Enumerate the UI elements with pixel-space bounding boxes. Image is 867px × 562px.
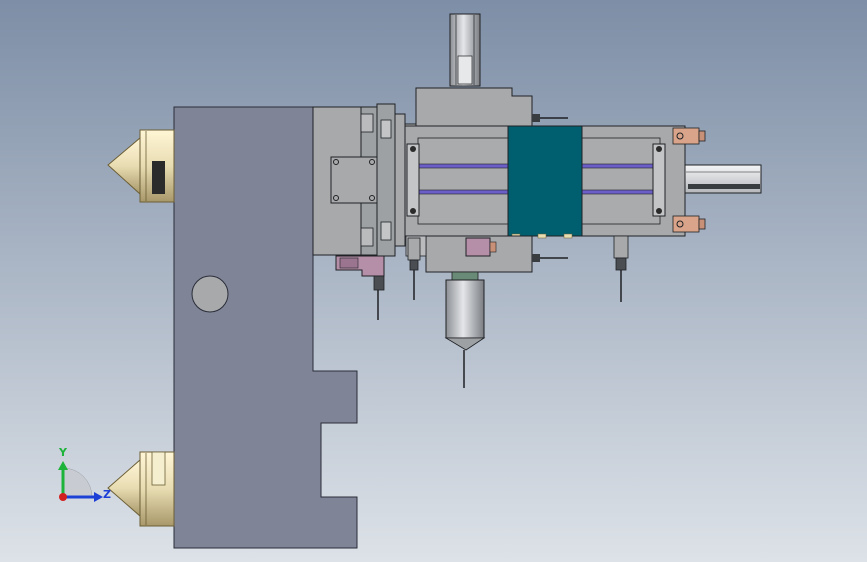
cad-model-view[interactable]: Y Z <box>0 0 867 562</box>
cad-viewport[interactable]: Y Z <box>0 0 867 562</box>
plate-bore-hole <box>191 275 229 313</box>
cone-slot <box>151 451 166 486</box>
triad-z-label: Z <box>103 488 111 501</box>
cone-slot <box>152 161 165 194</box>
linear-slide[interactable] <box>404 125 686 239</box>
horizontal-cylinder[interactable] <box>684 164 762 194</box>
mounting-block[interactable] <box>312 106 378 256</box>
vertical-cylinder[interactable] <box>449 13 481 87</box>
slide-carriage[interactable] <box>507 125 583 237</box>
triad-y-label: Y <box>58 446 68 459</box>
